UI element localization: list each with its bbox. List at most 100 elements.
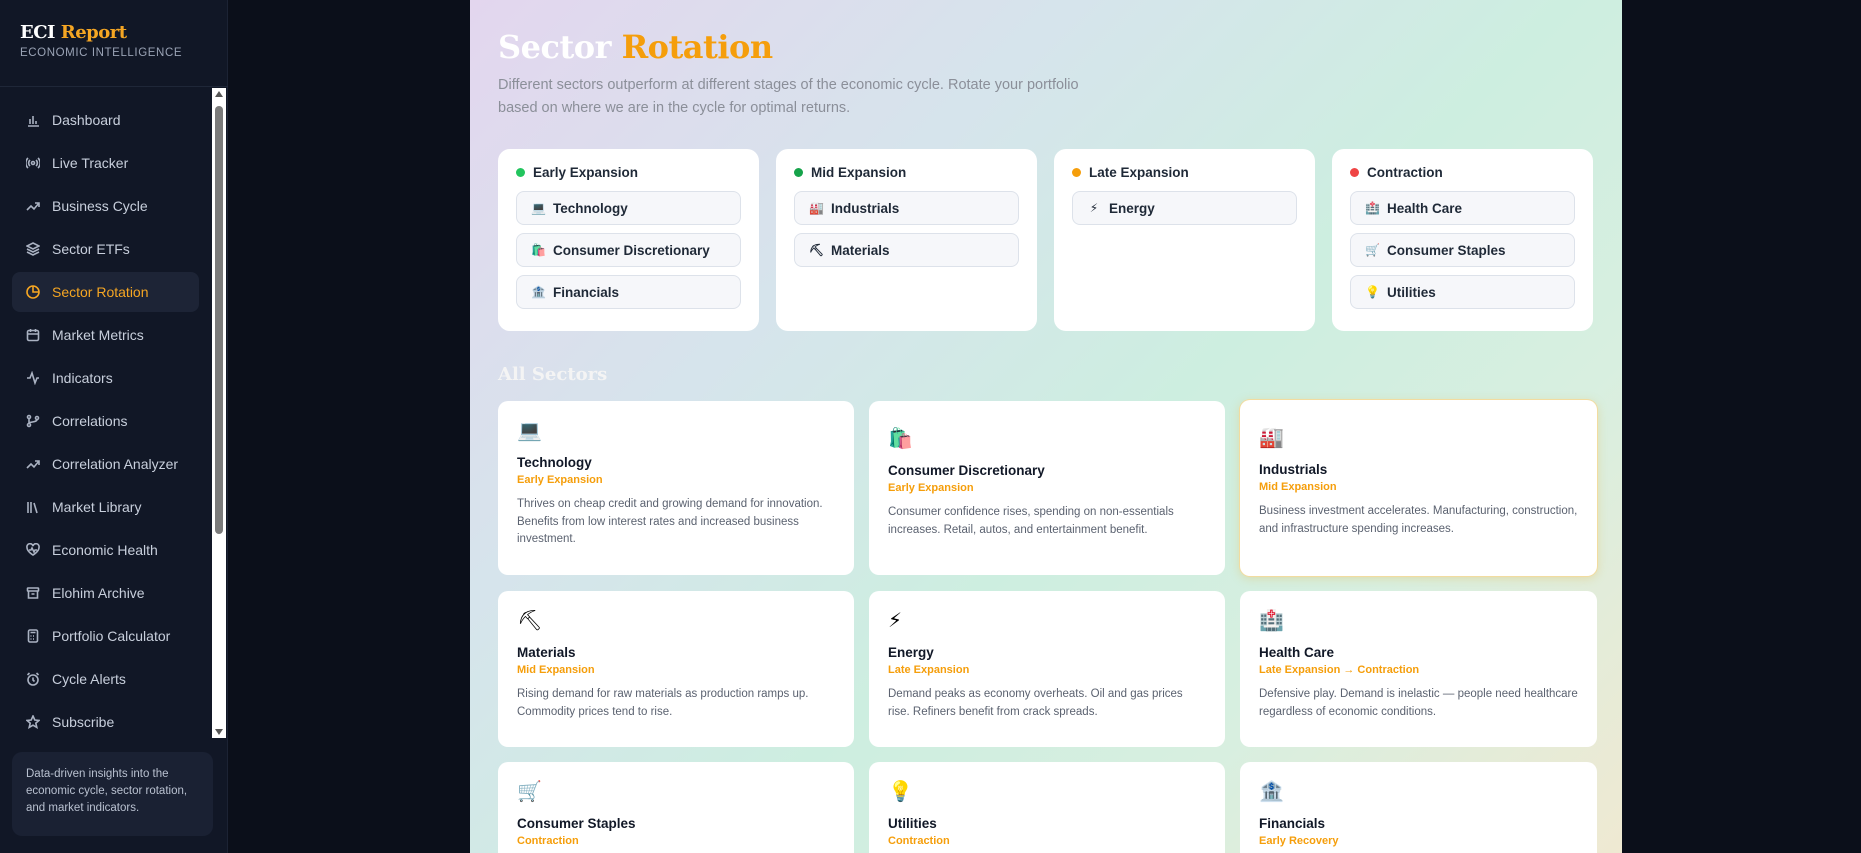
sidebar-item-live-tracker[interactable]: Live Tracker [12,143,199,183]
sector-name: Health Care [1259,645,1335,660]
activity-icon [26,371,40,385]
trending-up-icon [26,199,40,213]
sector-icon: 💡 [1365,285,1380,299]
sector-name: Industrials [1259,462,1328,477]
medical-kit-icon: 🏥 [1259,610,1284,632]
brand-title: ECI Report [20,22,127,43]
sidebar-item-cycle-alerts[interactable]: Cycle Alerts [12,659,199,699]
sidebar-item-portfolio-calculator[interactable]: Portfolio Calculator [12,616,199,656]
sector-chip-label: Materials [831,242,890,258]
sector-name: Consumer Discretionary [888,463,1045,478]
sector-phase: Late Expansion [888,664,970,676]
git-branch-icon [26,414,40,428]
phase-name: Mid Expansion [811,165,907,180]
sector-name: Financials [1259,816,1326,831]
sector-phase: Early Expansion [888,482,974,494]
factory-icon: 🏭 [1259,427,1284,449]
sector-chip-health-care[interactable]: 🏥 Health Care [1350,191,1575,225]
sector-card-financials[interactable]: 🏦 Financials Early Recovery [1240,762,1597,853]
sector-chip-label: Technology [553,200,628,216]
sidebar-item-economic-health[interactable]: Economic Health [12,530,199,570]
sidebar-item-subscribe[interactable]: Subscribe [12,702,199,736]
sidebar-scrollbar[interactable] [212,88,226,738]
scroll-up-arrow[interactable] [215,91,223,97]
sector-card-energy[interactable]: ⚡ Energy Late Expansion Demand peaks as eco… [869,591,1225,747]
sidebar-item-correlation-analyzer[interactable]: Correlation Analyzer [12,444,199,484]
sector-icon: ⚡ [1089,201,1099,215]
sector-name: Utilities [888,816,937,831]
scroll-thumb[interactable] [215,106,223,534]
sector-phase: Early Recovery [1259,835,1339,847]
lightning-icon: ⚡ [888,610,903,632]
sector-icon: 🏦 [531,285,546,299]
sidebar-item-business-cycle[interactable]: Business Cycle [12,186,199,226]
sector-description: Business investment accelerates. Manufac… [1259,505,1578,535]
sector-chip-utilities[interactable]: 💡 Utilities [1350,275,1575,309]
trending-up-icon [26,457,40,471]
phase-heading: Early Expansion [516,165,741,180]
sector-phase: Mid Expansion [517,664,595,676]
phase-status-dot [794,168,803,177]
sector-chip-energy[interactable]: ⚡ Energy [1072,191,1297,225]
sector-chip-consumer-discretionary[interactable]: 🛍️ Consumer Discretionary [516,233,741,267]
sector-chip-financials[interactable]: 🏦 Financials [516,275,741,309]
calculator-icon [26,629,40,643]
divider [0,86,228,87]
sector-card-consumer-staples[interactable]: 🛒 Consumer Staples Contraction [498,762,854,853]
sidebar-item-market-metrics[interactable]: Market Metrics [12,315,199,355]
sector-description: Thrives on cheap credit and growing dema… [517,498,823,545]
sector-card-utilities[interactable]: 💡 Utilities Contraction [869,762,1225,853]
phase-name: Late Expansion [1089,165,1189,180]
sector-chip-label: Consumer Discretionary [553,242,710,258]
sidebar-item-indicators[interactable]: Indicators [12,358,199,398]
sector-icon: 🏥 [1365,201,1380,215]
sidebar-nav: Dashboard Live Tracker Business Cycle Secto… [12,100,199,736]
archive-icon [26,586,40,600]
sector-card-technology[interactable]: 💻 Technology Early Expansion Thrives on che… [498,401,854,575]
bank-icon: 🏦 [1259,781,1284,803]
sidebar: ECI Report ECONOMIC INTELLIGENCE Dashboa… [0,0,228,853]
brand-logo[interactable]: ECI Report ECONOMIC INTELLIGENCE [20,22,182,59]
phase-status-dot [516,168,525,177]
sidebar-item-elohim-archive[interactable]: Elohim Archive [12,573,199,613]
sector-icon: 🛒 [1365,243,1380,257]
sector-icon: 💻 [531,201,546,215]
sector-card-materials[interactable]: ⛏ Materials Mid Expansion Rising demand for… [498,591,854,747]
phase-heading: Late Expansion [1072,165,1297,180]
all-sectors-heading: All Sectors [498,364,608,385]
heart-pulse-icon [26,543,40,557]
sector-chip-consumer-staples[interactable]: 🛒 Consumer Staples [1350,233,1575,267]
sector-chip-technology[interactable]: 💻 Technology [516,191,741,225]
sector-chip-label: Industrials [831,200,900,216]
sector-icon: 🏭 [809,201,824,215]
sidebar-item-label: Correlations [52,413,128,429]
laptop-icon: 💻 [517,420,542,442]
sidebar-item-dashboard[interactable]: Dashboard [12,100,199,140]
sector-description: Demand peaks as economy overheats. Oil a… [888,688,1183,718]
alarm-icon [26,672,40,686]
sidebar-item-label: Portfolio Calculator [52,628,171,644]
page-title: Sector Rotation [498,28,773,66]
shopping-bags-icon: 🛍️ [888,428,913,450]
sector-card-health-care[interactable]: 🏥 Health Care Late Expansion → Contraction… [1240,591,1597,747]
sidebar-item-market-library[interactable]: Market Library [12,487,199,527]
sidebar-item-label: Market Library [52,499,142,515]
phase-name: Early Expansion [533,165,639,180]
sector-chip-materials[interactable]: ⛏ Materials [794,233,1019,267]
layers-icon [26,242,40,256]
sidebar-item-correlations[interactable]: Correlations [12,401,199,441]
scroll-down-arrow[interactable] [215,729,223,735]
sector-description: Rising demand for raw materials as produ… [517,688,809,718]
sidebar-item-sector-etfs[interactable]: Sector ETFs [12,229,199,269]
sector-chip-industrials[interactable]: 🏭 Industrials [794,191,1019,225]
sector-name: Materials [517,645,576,660]
sector-phase: Contraction [517,835,579,847]
sidebar-item-label: Market Metrics [52,327,144,343]
sector-phase: Early Expansion [517,474,603,486]
sidebar-item-sector-rotation[interactable]: Sector Rotation [12,272,199,312]
bar-chart-icon [26,113,40,127]
sector-card-consumer-discretionary[interactable]: 🛍️ Consumer Discretionary Early Expansion C… [869,401,1225,575]
sector-card-industrials[interactable]: 🏭 Industrials Mid Expansion Business invest… [1240,400,1597,576]
sidebar-item-label: Live Tracker [52,155,129,171]
sector-phase: Mid Expansion [1259,481,1337,493]
